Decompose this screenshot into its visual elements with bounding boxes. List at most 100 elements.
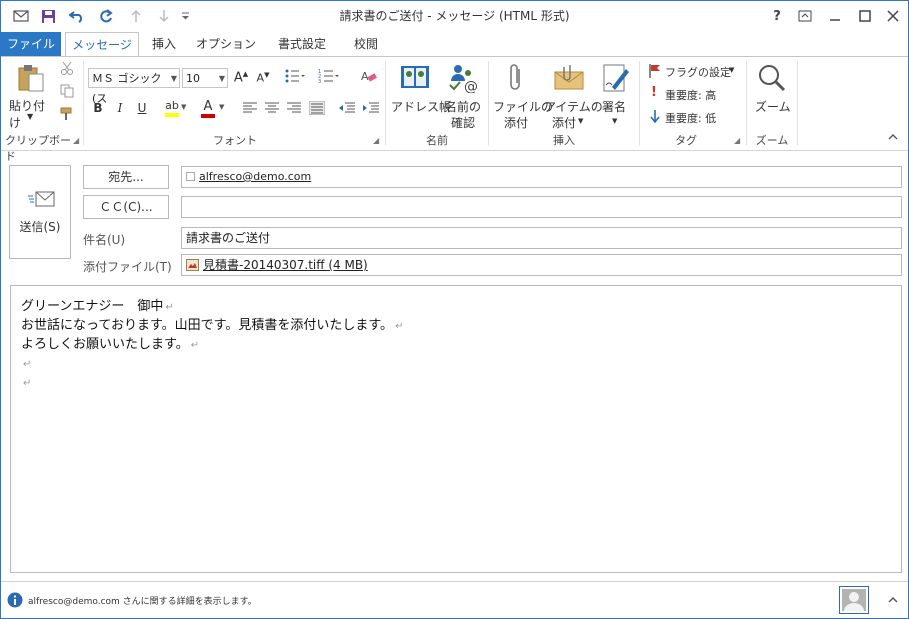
attachment-file[interactable]: 見積書-20140307.tiff (4 MB) xyxy=(203,255,368,275)
group-separator xyxy=(639,61,640,145)
contact-avatar[interactable] xyxy=(839,586,869,614)
tab-message[interactable]: メッセージ xyxy=(65,32,139,57)
send-button[interactable]: 送信(S) xyxy=(9,165,71,259)
to-field[interactable]: alfresco@demo.com xyxy=(181,166,902,188)
font-size-combo[interactable]: 10 ▼ xyxy=(182,68,228,88)
italic-button[interactable]: I xyxy=(113,101,127,115)
customize-qat-icon[interactable] xyxy=(179,7,191,25)
image-file-icon xyxy=(186,259,199,271)
body-line: よろしくお願いいたします。 ↵ xyxy=(21,337,200,352)
subject-field[interactable]: 請求書のご送付 xyxy=(181,227,902,249)
highlight-button[interactable]: ab ▼ xyxy=(163,99,187,119)
outlook-app-icon[interactable] xyxy=(11,7,31,25)
tags-launcher-icon[interactable]: ◢ xyxy=(734,136,740,145)
expand-people-pane-icon[interactable] xyxy=(888,596,898,604)
title-bar: 請求書のご送付 - メッセージ (HTML 形式) ? xyxy=(1,1,908,32)
signature-label: 署名 xyxy=(602,100,627,114)
flag-icon xyxy=(649,64,660,78)
redo-icon[interactable] xyxy=(96,7,116,25)
svg-text:3: 3 xyxy=(318,79,321,83)
check-names-label-line2: 確認 xyxy=(451,116,476,130)
maximize-icon[interactable] xyxy=(853,5,877,27)
align-center-icon[interactable] xyxy=(265,102,279,117)
to-recipient[interactable]: alfresco@demo.com xyxy=(199,167,311,187)
tab-file[interactable]: ファイル xyxy=(1,32,61,56)
numbering-icon[interactable]: 123 xyxy=(317,69,341,86)
address-book-icon xyxy=(401,66,429,88)
low-importance-button[interactable]: 重要度: 低 xyxy=(647,108,733,126)
group-label-zoom: ズーム xyxy=(755,134,789,147)
people-pane-bar: alfresco@demo.com さんに関する詳細を表示します。 xyxy=(1,581,908,618)
message-body[interactable]: グリーンエナジー 御中 ↵ お世話になっております。山田です。見積書を添付いたしま… xyxy=(10,285,902,573)
shrink-font-icon[interactable]: A▼ xyxy=(255,71,271,85)
people-info-text[interactable]: alfresco@demo.com さんに関する詳細を表示します。 xyxy=(28,594,257,607)
attach-item-icon xyxy=(554,65,584,90)
body-line: ↵ xyxy=(21,374,891,393)
tab-options[interactable]: オプション xyxy=(195,32,257,56)
tab-review[interactable]: 校閲 xyxy=(345,32,387,56)
signature-icon xyxy=(603,64,629,92)
paste-button[interactable]: 貼り付け ▼ xyxy=(7,61,53,130)
attach-item-button[interactable]: アイテムの 添付 ▼ xyxy=(542,61,603,130)
group-label-font: フォント xyxy=(213,134,257,147)
previous-item-icon[interactable] xyxy=(126,7,146,25)
follow-up-button[interactable]: フラグの設定 ▼ xyxy=(647,62,739,80)
grow-font-icon[interactable]: A▲ xyxy=(233,70,249,85)
next-item-icon[interactable] xyxy=(154,7,174,25)
align-right-icon[interactable] xyxy=(287,102,301,117)
high-importance-button[interactable]: ! 重要度: 高 xyxy=(647,85,733,103)
cc-field[interactable] xyxy=(181,196,902,218)
attachment-label: 添付ファイル(T) xyxy=(83,260,172,274)
font-name-combo[interactable]: ＭＳ ゴシック (ス ▼ xyxy=(88,68,180,105)
undo-icon[interactable] xyxy=(67,7,87,25)
paragraph-mark-icon: ↵ xyxy=(395,321,404,332)
highlight-dropdown-icon: ▼ xyxy=(181,103,187,111)
highlight-letters: ab xyxy=(165,99,179,112)
close-icon[interactable] xyxy=(881,5,905,27)
body-line: ↵ xyxy=(21,355,891,374)
attach-item-label-line2: 添付 xyxy=(552,116,577,130)
info-icon xyxy=(7,592,23,608)
paste-dropdown-icon: ▼ xyxy=(27,112,34,121)
bullets-icon[interactable] xyxy=(284,69,306,86)
paste-icon xyxy=(18,65,44,92)
zoom-button[interactable]: ズーム xyxy=(751,61,795,127)
follow-up-dropdown-icon: ▼ xyxy=(729,66,735,74)
font-color-dropdown-icon: ▼ xyxy=(219,103,225,111)
clipboard-launcher-icon[interactable]: ◢ xyxy=(73,136,79,145)
to-button[interactable]: 宛先... xyxy=(83,165,169,189)
magnifier-icon xyxy=(759,65,786,92)
font-color-button[interactable]: A ▼ xyxy=(199,99,225,119)
format-painter-icon[interactable] xyxy=(59,107,75,124)
cut-icon[interactable] xyxy=(59,61,75,78)
svg-text:@: @ xyxy=(464,79,478,93)
decrease-indent-icon[interactable] xyxy=(339,102,355,117)
ribbon-tabs: ファイル メッセージ 挿入 オプション 書式設定 校閲 xyxy=(1,32,908,57)
attachment-field[interactable]: 見積書-20140307.tiff (4 MB) xyxy=(181,254,902,276)
paperclip-icon xyxy=(510,64,520,90)
underline-button[interactable]: U xyxy=(135,101,149,115)
cc-button[interactable]: ＣＣ(C)... xyxy=(83,195,169,219)
bold-button[interactable]: B xyxy=(91,101,105,115)
save-icon[interactable] xyxy=(38,7,58,25)
minimize-icon[interactable] xyxy=(823,5,847,27)
tab-insert[interactable]: 挿入 xyxy=(141,32,187,56)
attach-file-button[interactable]: ファイルの 添付 xyxy=(491,61,553,130)
copy-icon[interactable] xyxy=(59,84,75,101)
send-label: 送信(S) xyxy=(19,220,61,234)
check-names-button[interactable]: @ 名前の 確認 xyxy=(442,61,484,130)
signature-button[interactable]: 署名 ▼ xyxy=(597,61,635,127)
highlight-color-bar xyxy=(165,113,179,117)
collapse-ribbon-icon[interactable] xyxy=(888,133,898,144)
help-button[interactable]: ? xyxy=(765,5,789,27)
clear-formatting-icon[interactable]: A xyxy=(360,68,378,87)
increase-indent-icon[interactable] xyxy=(363,102,379,117)
address-book-button[interactable]: アドレス帳 xyxy=(390,61,451,127)
font-launcher-icon[interactable]: ◢ xyxy=(373,136,379,145)
paragraph-mark-icon: ↵ xyxy=(190,340,200,351)
align-left-icon[interactable] xyxy=(243,102,257,117)
justify-icon[interactable] xyxy=(308,100,326,118)
ribbon-display-options-icon[interactable] xyxy=(793,5,817,27)
tab-format-text[interactable]: 書式設定 xyxy=(269,32,335,56)
group-separator xyxy=(746,61,747,145)
